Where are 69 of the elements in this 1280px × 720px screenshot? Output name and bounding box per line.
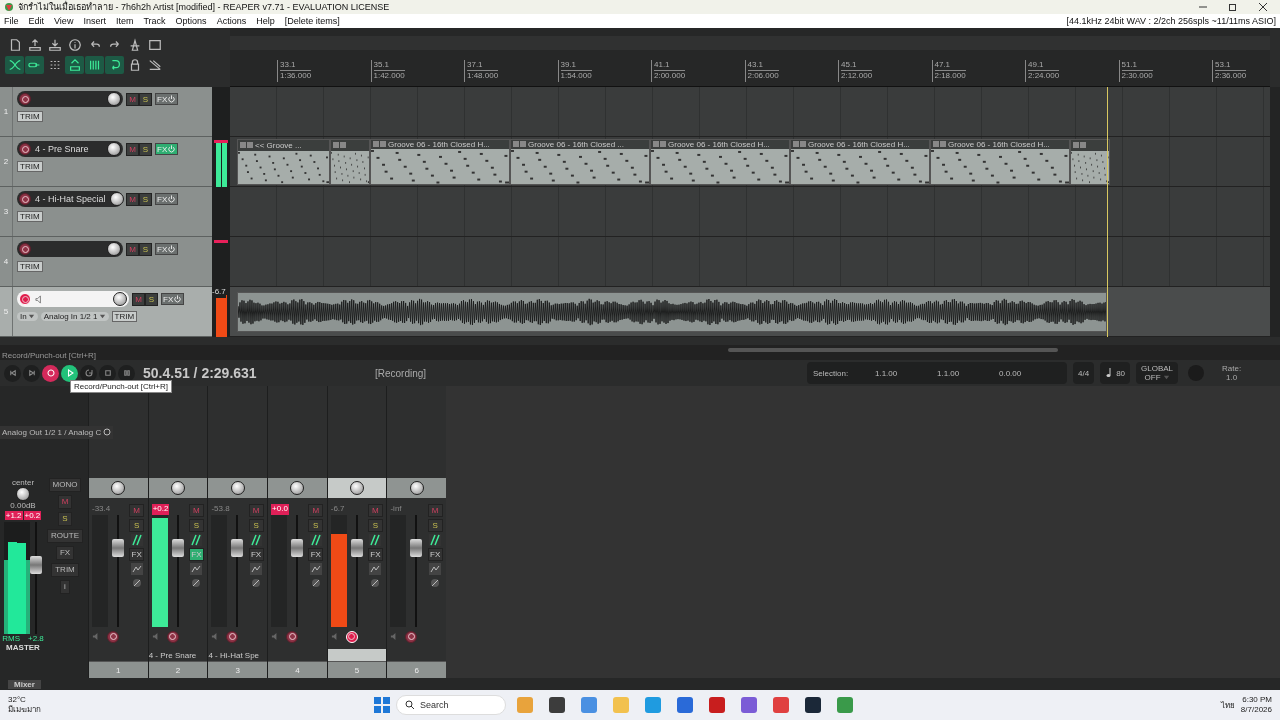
track-number: 3 [0, 187, 13, 236]
peak-reading: -6.7 [330, 503, 345, 515]
volume-reading: 0.00dB [10, 501, 36, 510]
bar-label: 37.1 [467, 60, 484, 70]
bar-label: 33.1 [280, 60, 297, 70]
pan-label: center [11, 478, 35, 487]
last-action-label: [Delete items] [284, 16, 340, 26]
clock-date: 8/7/2026 [1240, 705, 1272, 715]
peak-reading: -33.4 [92, 503, 111, 515]
time-label: 2:36.000 [1215, 70, 1247, 81]
channel-number: 6 [387, 661, 447, 678]
time-label: 2:06.000 [747, 70, 779, 81]
bar-label: 43.1 [747, 60, 765, 70]
selection-label: Selection: [813, 368, 850, 378]
channel-number: 1 [89, 661, 148, 678]
peak-reading: +1.2 [4, 511, 23, 520]
bar-label: 51.1 [1121, 60, 1139, 70]
bar-label: 45.1 [841, 60, 858, 70]
time-label: 2:18.000 [934, 70, 966, 81]
time-label: 2:12.000 [841, 70, 873, 81]
item-label: Groove 06 - 16th Closed ... [528, 139, 625, 149]
bar-label: 53.1 [1215, 60, 1232, 70]
bar-label: 35.1 [373, 60, 391, 70]
channel-name: 4 - Hi-Hat Spe [208, 650, 260, 660]
rate-value: 1.0 [1226, 373, 1238, 382]
time-label: 1:48.000 [467, 70, 499, 81]
track-number: 1 [0, 87, 13, 136]
weather-condition: มีเมฆมาก [8, 705, 42, 715]
peak-reading: +0.2 [23, 511, 42, 520]
track-number: 2 [0, 137, 13, 186]
master-name: MASTER [6, 643, 40, 652]
channel-number: 2 [148, 661, 208, 678]
time-label: 2:30.000 [1121, 70, 1153, 81]
bar-label: 39.1 [560, 60, 578, 70]
peak-reading: +0.2 [151, 503, 170, 515]
rate-label: Rate: [1222, 364, 1242, 373]
item-label: << Groove ... [255, 140, 302, 150]
track-number: 5 [0, 287, 13, 336]
time-label: 2:00.000 [654, 70, 686, 81]
item-label: Groove 06 - 16th Closed H... [388, 139, 490, 149]
time-label: 1:36.000 [280, 70, 312, 81]
rms-reading: +2.8 [28, 634, 44, 643]
channel-number: 4 [268, 661, 327, 678]
channel-number: 5 [327, 661, 387, 678]
time-label: 2:24.000 [1028, 70, 1060, 81]
meter-reading: -6.7 [212, 287, 226, 298]
track-number: 4 [0, 237, 13, 286]
time-label: 1:54.000 [560, 70, 592, 81]
bar-label: 49.1 [1028, 60, 1045, 70]
temperature: 32°C [8, 695, 27, 705]
peak-reading: -inf [390, 503, 402, 515]
item-label: Groove 06 - 16th Closed H... [668, 139, 770, 149]
clock-time: 6:30 PM [1242, 695, 1272, 705]
transport-state: [Recording] [375, 367, 428, 379]
time-label: 1:42.000 [373, 70, 405, 81]
item-label: Groove 06 - 16th Closed H... [808, 139, 910, 149]
tooltip: Record/Punch-out [Ctrl+R] [70, 380, 173, 393]
audio-status: [44.1kHz 24bit WAV : 2/2ch 256spls ~11/11ms ASIO] [1066, 16, 1276, 26]
peak-reading: -53.8 [211, 503, 230, 515]
peak-reading: +0.0 [271, 503, 289, 515]
channel-name: 4 - Pre Snare [148, 650, 197, 660]
rms-label: RMS [2, 634, 20, 643]
bar-label: 41.1 [654, 60, 671, 70]
item-label: Groove 06 - 16th Closed H... [948, 139, 1050, 149]
status-hint: Record/Punch-out [Ctrl+R] [1, 351, 98, 360]
window-title: จักรำไม่ในเมื่อเธอทำลาย - 7h6h2h Artist [modified] - REAPER v7.71 - EVALUATION LICENSE [18, 0, 390, 14]
channel-number: 3 [208, 661, 268, 678]
bar-label: 47.1 [934, 60, 952, 70]
time-position: 50.4.51 / 2:29.631 [143, 365, 258, 381]
